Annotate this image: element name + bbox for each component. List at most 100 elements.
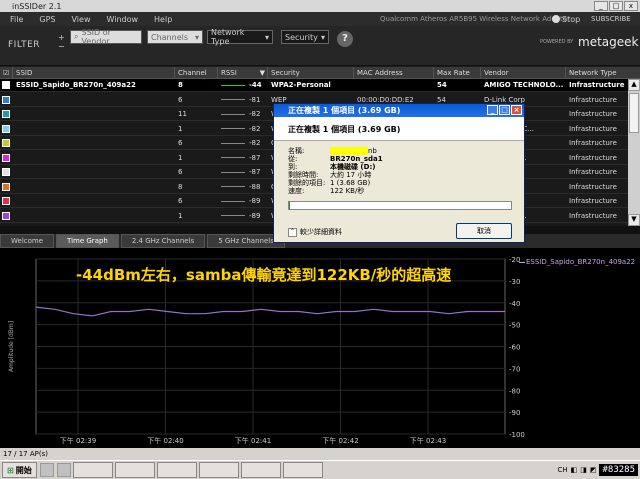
minimize-button[interactable]: _: [594, 1, 608, 11]
row-color-chip[interactable]: [0, 210, 13, 222]
name-label: 名稱:: [288, 147, 305, 155]
dialog-close-button[interactable]: ×: [511, 105, 522, 115]
menu-gps[interactable]: GPS: [39, 15, 55, 24]
taskbar-window-button[interactable]: [240, 462, 281, 478]
less-details-toggle[interactable]: ˄ 較少詳細資料: [288, 227, 342, 237]
taskbar-window-button[interactable]: [198, 462, 239, 478]
row-color-chip[interactable]: [0, 181, 13, 193]
legend-swatch: [519, 261, 525, 263]
cancel-button[interactable]: 取消: [456, 223, 512, 239]
cell-rssi: -82: [218, 137, 268, 149]
dialog-minimize-button[interactable]: _: [487, 105, 498, 115]
cell-channel: 1: [178, 211, 183, 220]
dialog-maximize-button[interactable]: □: [499, 105, 510, 115]
quicklaunch-icon[interactable]: [39, 463, 54, 477]
tab-welcome[interactable]: Welcome: [0, 234, 55, 248]
col-vendor[interactable]: Vendor: [481, 67, 566, 78]
cell-network-type: Infrastructure: [569, 110, 617, 118]
from-row: 從: BR270n_sda1: [288, 155, 383, 163]
col-network-type[interactable]: Network Type: [566, 67, 640, 78]
menu-help[interactable]: Help: [154, 15, 172, 24]
close-button[interactable]: x: [624, 1, 638, 11]
cell-ssid: [13, 181, 175, 193]
cell-rssi: -82: [218, 108, 268, 120]
subscribe-link[interactable]: SUBSCRIBE: [591, 15, 631, 23]
security-dropdown[interactable]: Security ▾: [281, 30, 329, 44]
cell-network-type: Infrastructure: [569, 139, 617, 147]
y-tick-label: -90: [509, 409, 520, 417]
table-scrollbar[interactable]: ▲ ▼: [628, 79, 640, 226]
row-color-chip[interactable]: [0, 94, 13, 106]
chevron-down-icon: ▾: [194, 32, 199, 42]
x-tick-label: 下午 02:43: [410, 436, 446, 445]
language-indicator[interactable]: CH: [557, 466, 567, 474]
col-select-all[interactable]: ☑: [0, 67, 13, 78]
help-icon[interactable]: ?: [337, 31, 353, 47]
y-tick-label: -50: [509, 322, 520, 330]
col-security[interactable]: Security: [268, 67, 354, 78]
start-button[interactable]: ⊞ 開始: [2, 462, 37, 478]
scroll-thumb[interactable]: [629, 93, 639, 133]
graph-legend[interactable]: ESSID_Sapido_BR270n_409a22: [519, 258, 635, 266]
row-color-chip[interactable]: [0, 166, 13, 178]
rssi-sparkline: [221, 186, 245, 187]
cell-network-type: Infrastructure: [569, 211, 617, 220]
maximize-button[interactable]: □: [609, 1, 623, 11]
channels-dropdown[interactable]: Channels ▾: [147, 30, 203, 44]
x-tick-label: 下午 02:42: [322, 436, 358, 445]
row-color-chip[interactable]: [0, 79, 13, 91]
remove-filter-icon[interactable]: −: [58, 42, 65, 51]
col-mac[interactable]: MAC Address: [354, 67, 434, 78]
taskbar-window-button[interactable]: [282, 462, 323, 478]
quicklaunch-icon[interactable]: [56, 463, 71, 477]
col-channel[interactable]: Channel: [175, 67, 218, 78]
tab-time-graph[interactable]: Time Graph: [56, 234, 119, 248]
ssid-search-input[interactable]: ⌕ SSID or Vendor: [70, 28, 142, 46]
scroll-down-icon[interactable]: ▼: [628, 214, 640, 226]
rssi-value: -81: [249, 95, 261, 104]
scroll-up-icon[interactable]: ▲: [628, 79, 640, 91]
taskbar-window-button[interactable]: [156, 462, 197, 478]
row-color-chip[interactable]: [0, 108, 13, 120]
y-tick-label: -40: [509, 300, 520, 308]
dialog-title-bar: 正在複製 1 個項目 (3.69 GB) _ □ ×: [274, 104, 524, 117]
cell-network-type: Infrastructure: [569, 81, 625, 89]
menu-file[interactable]: File: [10, 15, 23, 24]
cell-ssid: [13, 108, 175, 120]
row-color-chip[interactable]: [0, 195, 13, 207]
tab-2-4ghz-channels[interactable]: 2.4 GHz Channels: [120, 234, 206, 248]
col-max-rate[interactable]: Max Rate: [434, 67, 481, 78]
row-color-chip[interactable]: [0, 123, 13, 135]
stop-button[interactable]: Stop: [552, 15, 580, 24]
tray-icon[interactable]: ◨: [580, 466, 587, 474]
menu-view[interactable]: View: [72, 15, 91, 24]
adapter-name[interactable]: Qualcomm Atheros AR5B95 Wireless Network…: [380, 15, 570, 23]
taskbar-window-button[interactable]: [114, 462, 155, 478]
cell-rssi: -89: [218, 195, 268, 207]
windows-logo-icon: ⊞: [7, 465, 14, 475]
col-ssid[interactable]: SSID: [13, 67, 175, 78]
row-color-chip[interactable]: [0, 137, 13, 149]
cell-rssi: -81: [218, 94, 268, 106]
cell-ssid: [13, 210, 175, 222]
tray-icon[interactable]: ◩: [590, 466, 597, 474]
search-icon: ⌕: [74, 32, 79, 41]
taskbar-window-button[interactable]: [72, 462, 113, 478]
color-chip-icon: [2, 139, 10, 147]
table-row[interactable]: ESSID_Sapido_BR270n_409a22 8 -44 WPA2-Perso…: [0, 79, 628, 92]
network-type-dropdown[interactable]: Network Type ▾: [207, 28, 273, 46]
remaining-label: 剩餘時間:: [288, 171, 319, 179]
color-chip-icon: [2, 110, 10, 118]
add-filter-icon[interactable]: +: [58, 33, 65, 42]
color-chip-icon: [2, 168, 10, 176]
tray-icon[interactable]: ◧: [571, 466, 578, 474]
rssi-sparkline: [221, 200, 245, 202]
cell-rssi: -82: [218, 123, 268, 135]
cell-channel: 1: [178, 153, 183, 162]
color-chip-icon: [2, 182, 10, 191]
y-axis-label: Amplitude [dBm]: [8, 321, 15, 372]
row-color-chip[interactable]: [0, 152, 13, 164]
color-chip-icon: [2, 197, 10, 205]
menu-window[interactable]: Window: [106, 15, 138, 24]
col-rssi[interactable]: RSSI ▼: [218, 67, 268, 78]
